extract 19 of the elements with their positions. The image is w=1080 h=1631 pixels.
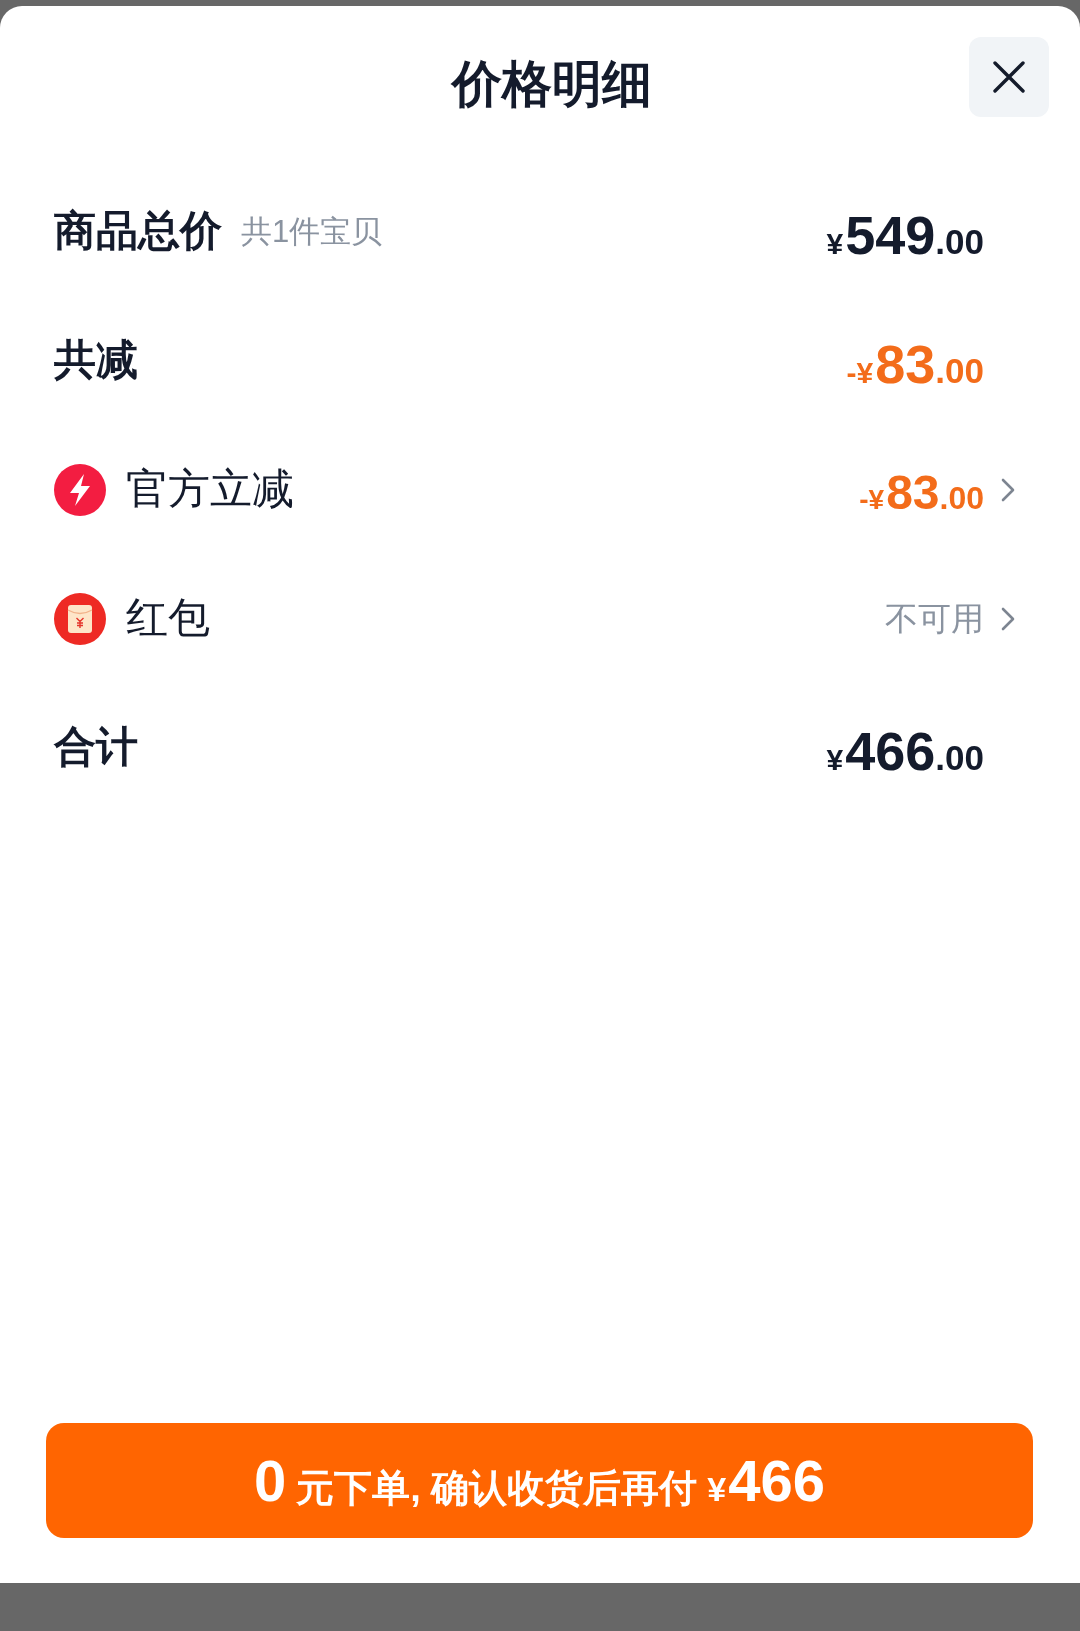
- status-text: 不可用: [885, 598, 984, 639]
- close-button[interactable]: [969, 37, 1049, 117]
- chevron-icon[interactable]: [1001, 477, 1015, 502]
- sheet-title: 价格明细: [451, 55, 652, 114]
- row-label: 商品总价: [54, 206, 222, 257]
- row-label: 共减: [54, 335, 138, 386]
- lightning-icon: [54, 463, 106, 516]
- close-icon: [993, 61, 1025, 93]
- pay-later-button[interactable]: 0 元下单, 确认收货后再付 ¥466: [46, 1423, 1033, 1538]
- row-label: 红包: [126, 593, 210, 644]
- price-amount: -¥83.00: [846, 336, 984, 391]
- envelope-icon: [54, 592, 106, 645]
- chevron-icon[interactable]: [1001, 606, 1015, 631]
- row-label: 合计: [54, 722, 138, 773]
- price-amount: ¥549.00: [826, 207, 984, 262]
- price-amount: ¥466.00: [826, 723, 984, 778]
- price-amount: -¥83.00: [859, 468, 984, 517]
- item-count-note: 共1件宝贝: [241, 212, 383, 251]
- row-label: 官方立减: [126, 464, 294, 515]
